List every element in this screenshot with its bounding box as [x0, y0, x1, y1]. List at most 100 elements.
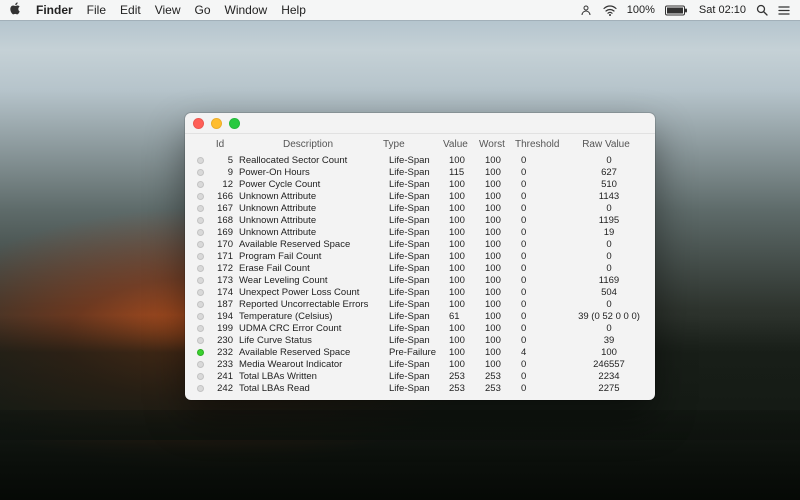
- cell-raw: 1143: [571, 191, 647, 202]
- col-threshold[interactable]: Threshold: [515, 139, 565, 150]
- cell-value: 100: [449, 299, 485, 310]
- cell-id: 230: [207, 335, 239, 346]
- cell-value: 100: [449, 227, 485, 238]
- cell-type: Life-Span: [389, 263, 449, 274]
- cell-threshold: 0: [521, 179, 571, 190]
- table-row[interactable]: 166Unknown AttributeLife-Span10010001143: [185, 190, 655, 202]
- spotlight-icon[interactable]: [756, 4, 768, 16]
- window-zoom-button[interactable]: [229, 118, 240, 129]
- table-row[interactable]: 174Unexpect Power Loss CountLife-Span100…: [185, 286, 655, 298]
- table-row[interactable]: 5Reallocated Sector CountLife-Span100100…: [185, 154, 655, 166]
- cell-threshold: 0: [521, 203, 571, 214]
- menu-file[interactable]: File: [87, 3, 106, 17]
- cell-type: Life-Span: [389, 191, 449, 202]
- table-row[interactable]: 233Media Wearout IndicatorLife-Span10010…: [185, 358, 655, 370]
- notification-center-icon[interactable]: [778, 5, 790, 16]
- cell-type: Life-Span: [389, 215, 449, 226]
- cell-worst: 100: [485, 287, 521, 298]
- window-titlebar[interactable]: [185, 113, 655, 134]
- table-row[interactable]: 173Wear Leveling CountLife-Span100100011…: [185, 274, 655, 286]
- status-dot-icon: [197, 181, 204, 188]
- cell-worst: 100: [485, 215, 521, 226]
- cell-raw: 0: [571, 263, 647, 274]
- cell-threshold: 0: [521, 383, 571, 394]
- status-dot-icon: [197, 301, 204, 308]
- cell-raw: 246557: [571, 359, 647, 370]
- cell-threshold: 0: [521, 275, 571, 286]
- cell-id: 169: [207, 227, 239, 238]
- table-row[interactable]: 230Life Curve StatusLife-Span100100039: [185, 334, 655, 346]
- table-row[interactable]: 232Available Reserved SpacePre-Failure10…: [185, 346, 655, 358]
- table-row[interactable]: 169Unknown AttributeLife-Span100100019: [185, 226, 655, 238]
- menu-window[interactable]: Window: [225, 3, 268, 17]
- table-row[interactable]: 168Unknown AttributeLife-Span10010001195: [185, 214, 655, 226]
- menu-edit[interactable]: Edit: [120, 3, 141, 17]
- clock[interactable]: Sat 02:10: [699, 4, 746, 16]
- cell-worst: 100: [485, 347, 521, 358]
- cell-raw: 39: [571, 335, 647, 346]
- menu-help[interactable]: Help: [281, 3, 306, 17]
- cell-threshold: 0: [521, 251, 571, 262]
- user-icon[interactable]: [579, 4, 593, 16]
- status-dot-icon: [197, 205, 204, 212]
- apple-menu[interactable]: [10, 2, 22, 18]
- col-worst[interactable]: Worst: [479, 139, 515, 150]
- table-row[interactable]: 241Total LBAs WrittenLife-Span2532530223…: [185, 370, 655, 382]
- table-row[interactable]: 242Total LBAs ReadLife-Span25325302275: [185, 382, 655, 394]
- table-row[interactable]: 9Power-On HoursLife-Span1151000627: [185, 166, 655, 178]
- cell-id: 194: [207, 311, 239, 322]
- cell-description: Unexpect Power Loss Count: [239, 287, 389, 298]
- cell-threshold: 0: [521, 371, 571, 382]
- col-description[interactable]: Description: [233, 139, 383, 150]
- table-row[interactable]: 187Reported Uncorrectable ErrorsLife-Spa…: [185, 298, 655, 310]
- col-type[interactable]: Type: [383, 139, 443, 150]
- cell-threshold: 0: [521, 239, 571, 250]
- cell-id: 172: [207, 263, 239, 274]
- cell-raw: 0: [571, 155, 647, 166]
- cell-id: 241: [207, 371, 239, 382]
- cell-value: 61: [449, 311, 485, 322]
- table-row[interactable]: 170Available Reserved SpaceLife-Span1001…: [185, 238, 655, 250]
- cell-worst: 100: [485, 311, 521, 322]
- wifi-icon[interactable]: [603, 5, 617, 16]
- status-dot-icon: [197, 265, 204, 272]
- cell-id: 168: [207, 215, 239, 226]
- cell-raw: 504: [571, 287, 647, 298]
- col-value[interactable]: Value: [443, 139, 479, 150]
- status-dot-icon: [197, 289, 204, 296]
- window-close-button[interactable]: [193, 118, 204, 129]
- cell-type: Life-Span: [389, 167, 449, 178]
- col-raw-value[interactable]: Raw Value: [565, 139, 647, 150]
- table-row[interactable]: 172Erase Fail CountLife-Span10010000: [185, 262, 655, 274]
- window-minimize-button[interactable]: [211, 118, 222, 129]
- table-row[interactable]: 194Temperature (Celsius)Life-Span6110003…: [185, 310, 655, 322]
- status-dot-icon: [197, 253, 204, 260]
- cell-description: Media Wearout Indicator: [239, 359, 389, 370]
- battery-icon[interactable]: [665, 5, 689, 16]
- cell-value: 100: [449, 359, 485, 370]
- cell-worst: 100: [485, 179, 521, 190]
- table-row[interactable]: 12Power Cycle CountLife-Span1001000510: [185, 178, 655, 190]
- menu-go[interactable]: Go: [195, 3, 211, 17]
- cell-type: Life-Span: [389, 371, 449, 382]
- cell-worst: 100: [485, 251, 521, 262]
- cell-description: Available Reserved Space: [239, 347, 389, 358]
- cell-description: Power Cycle Count: [239, 179, 389, 190]
- cell-threshold: 0: [521, 323, 571, 334]
- menu-view[interactable]: View: [155, 3, 181, 17]
- cell-id: 170: [207, 239, 239, 250]
- cell-worst: 100: [485, 359, 521, 370]
- app-name[interactable]: Finder: [36, 3, 73, 17]
- cell-raw: 627: [571, 167, 647, 178]
- cell-value: 253: [449, 383, 485, 394]
- cell-threshold: 0: [521, 299, 571, 310]
- col-id[interactable]: Id: [207, 139, 233, 150]
- table-row[interactable]: 167Unknown AttributeLife-Span10010000: [185, 202, 655, 214]
- cell-value: 100: [449, 215, 485, 226]
- status-dot-icon: [197, 313, 204, 320]
- table-row[interactable]: 199UDMA CRC Error CountLife-Span10010000: [185, 322, 655, 334]
- cell-raw: 39 (0 52 0 0 0): [571, 311, 647, 322]
- cell-threshold: 0: [521, 155, 571, 166]
- table-row[interactable]: 171Program Fail CountLife-Span10010000: [185, 250, 655, 262]
- cell-value: 100: [449, 191, 485, 202]
